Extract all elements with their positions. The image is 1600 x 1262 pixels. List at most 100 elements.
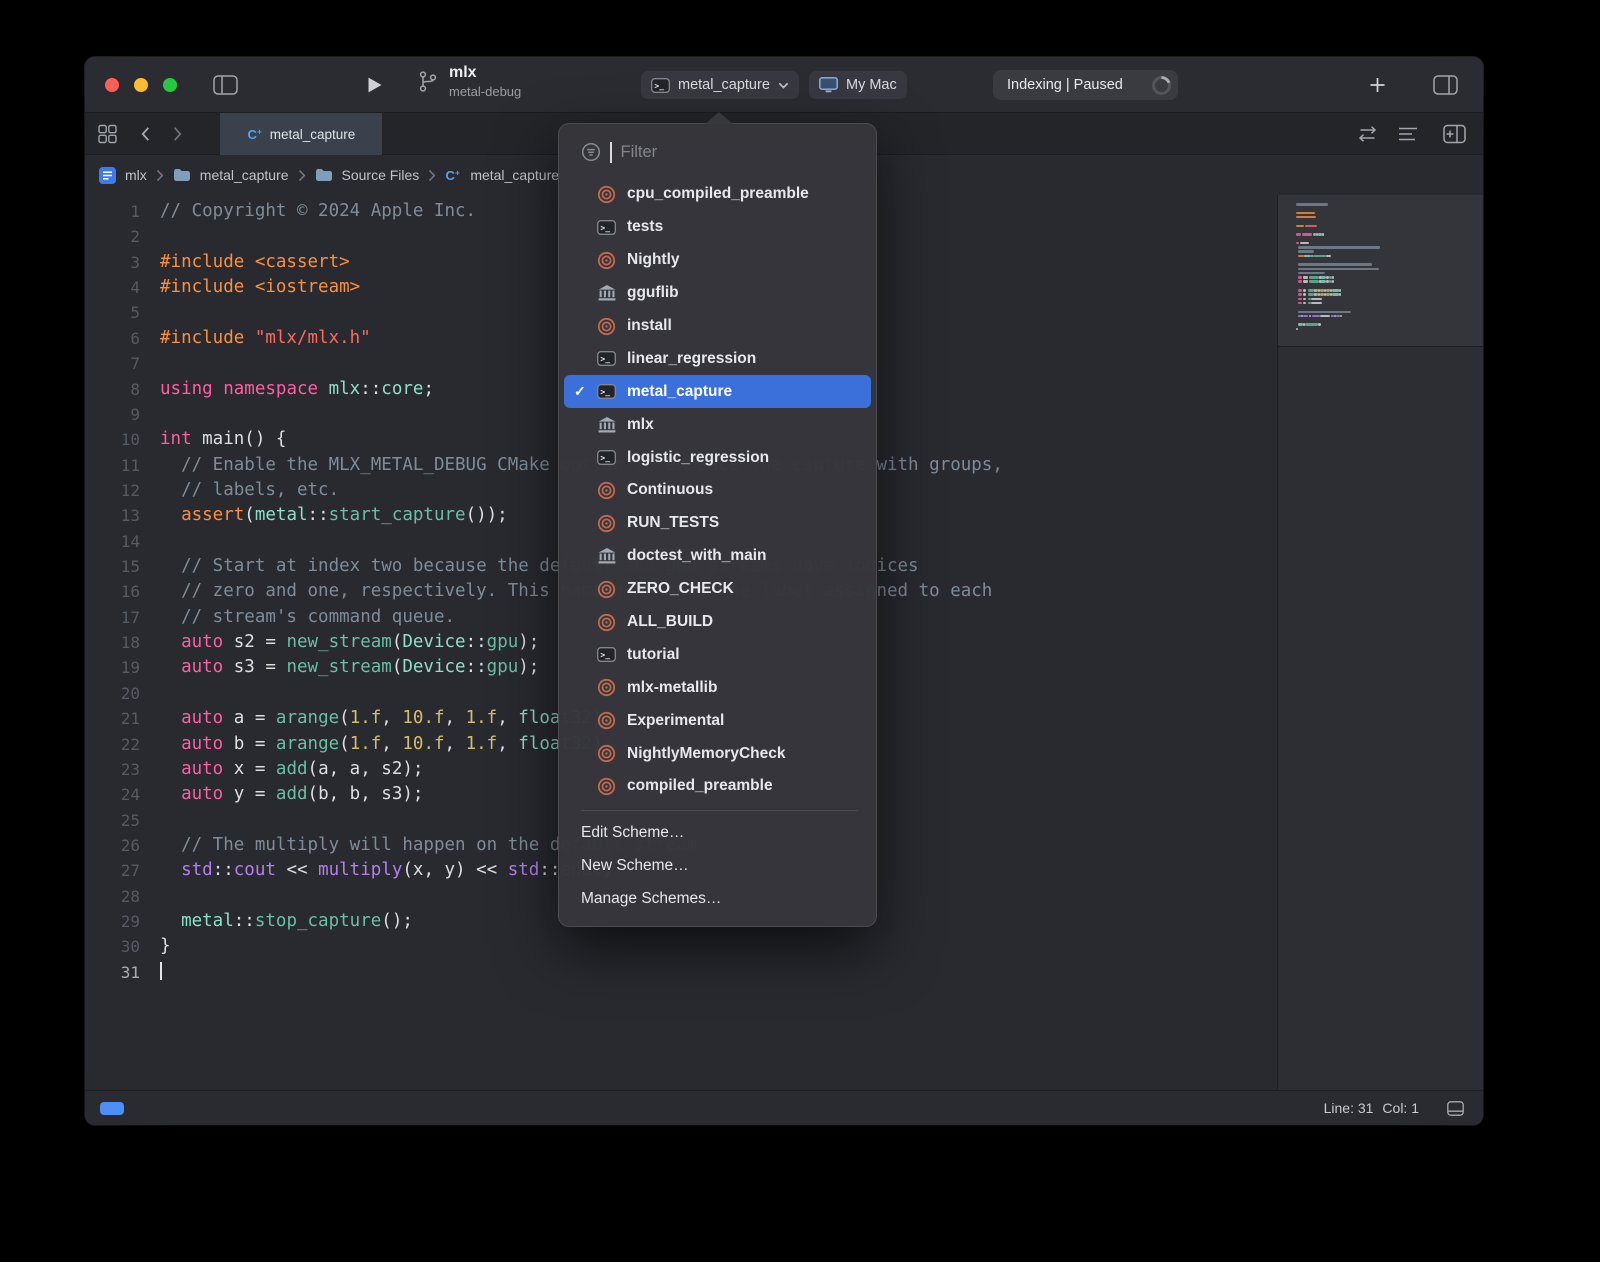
line-number[interactable]: 4 [85, 275, 140, 300]
target-icon [596, 251, 617, 270]
new-tab-button[interactable] [1369, 76, 1386, 93]
add-editor-icon[interactable] [1443, 124, 1466, 143]
editor-options-icon[interactable] [1398, 126, 1418, 141]
scheme-menu-item[interactable]: >_logistic_regression [564, 441, 871, 474]
line-number[interactable]: 6 [85, 326, 140, 351]
breadcrumb-separator-icon [156, 169, 164, 182]
scheme-menu-item[interactable]: mlx [564, 408, 871, 441]
minimap-line [1305, 323, 1318, 326]
scheme-menu-item[interactable]: ✓>_metal_capture [564, 375, 871, 408]
line-number[interactable]: 28 [85, 884, 140, 909]
line-number[interactable]: 13 [85, 503, 140, 528]
scheme-menu-item[interactable]: RUN_TESTS [564, 507, 871, 540]
tab-label: metal_capture [270, 127, 356, 142]
terminal-icon: >_ [596, 220, 617, 235]
scheme-menu-item[interactable]: install [564, 310, 871, 343]
forward-button[interactable] [173, 126, 182, 141]
scheme-menu-item[interactable]: ZERO_CHECK [564, 573, 871, 606]
minimize-window-button[interactable] [134, 78, 148, 92]
scheme-menu-item[interactable]: Nightly [564, 244, 871, 277]
scheme-menu-item[interactable]: Continuous [564, 474, 871, 507]
target-icon [596, 580, 617, 599]
navigator-toggle-icon[interactable] [213, 75, 238, 95]
line-number[interactable]: 5 [85, 300, 140, 325]
close-window-button[interactable] [105, 78, 119, 92]
line-number[interactable]: 23 [85, 757, 140, 782]
run-button[interactable] [367, 76, 383, 94]
line-number[interactable]: 12 [85, 478, 140, 503]
line-number[interactable]: 10 [85, 427, 140, 452]
breakpoint-indicator[interactable] [100, 1102, 124, 1115]
line-number[interactable]: 9 [85, 402, 140, 427]
back-button[interactable] [141, 126, 150, 141]
minimap[interactable] [1277, 195, 1483, 1090]
code-line[interactable]: 30} [85, 934, 1277, 959]
scheme-menu-item[interactable]: compiled_preamble [564, 770, 871, 803]
line-number[interactable]: 30 [85, 934, 140, 959]
destination-selector[interactable]: My Mac [809, 71, 907, 99]
code-text: std::cout << multiply(x, y) << std::endl… [160, 858, 613, 883]
line-number[interactable]: 18 [85, 630, 140, 655]
minimap-line [1298, 302, 1302, 305]
line-number[interactable]: 24 [85, 782, 140, 807]
tab-metal-capture[interactable]: C+ metal_capture [220, 113, 382, 155]
fullscreen-window-button[interactable] [163, 78, 177, 92]
related-items-icon[interactable] [98, 124, 117, 143]
line-number[interactable]: 17 [85, 605, 140, 630]
scheme-menu-item[interactable]: >_tutorial [564, 638, 871, 671]
line-number[interactable]: 15 [85, 554, 140, 579]
menu-action-item[interactable]: New Scheme… [559, 850, 876, 883]
line-number[interactable]: 1 [85, 199, 140, 224]
scheme-menu-item[interactable]: gguflib [564, 277, 871, 310]
scheme-menu-item[interactable]: ALL_BUILD [564, 606, 871, 639]
scheme-selector[interactable]: >_ metal_capture [641, 71, 799, 99]
line-number[interactable]: 11 [85, 453, 140, 478]
minimap-line [1298, 280, 1302, 283]
breadcrumb-item[interactable]: mlx [125, 167, 147, 183]
breadcrumb-item[interactable]: Source Files [342, 167, 420, 183]
inspector-toggle-icon[interactable] [1433, 75, 1458, 95]
minimap-line [1296, 233, 1301, 236]
minimap-line [1332, 293, 1339, 296]
svg-text:C: C [446, 168, 456, 183]
svg-text:>_: >_ [600, 223, 610, 232]
xcode-window: mlx metal-debug >_ metal_capture My Mac … [85, 57, 1483, 1125]
scheme-menu-item[interactable]: >_linear_regression [564, 342, 871, 375]
scheme-menu-item[interactable]: doctest_with_main [564, 540, 871, 573]
line-number[interactable]: 19 [85, 655, 140, 680]
line-number[interactable]: 26 [85, 833, 140, 858]
line-number[interactable]: 21 [85, 706, 140, 731]
editor-layout-icon[interactable] [1447, 1101, 1464, 1116]
cursor-position: Line: 31 Col: 1 [1324, 1100, 1419, 1116]
line-number[interactable]: 2 [85, 224, 140, 249]
breadcrumb-item[interactable]: metal_capture [200, 167, 289, 183]
menu-action-item[interactable]: Edit Scheme… [559, 817, 876, 850]
target-icon [596, 514, 617, 533]
line-number[interactable]: 3 [85, 250, 140, 275]
line-number[interactable]: 14 [85, 529, 140, 554]
breadcrumb-item[interactable]: metal_capture [470, 167, 559, 183]
line-number[interactable]: 20 [85, 681, 140, 706]
line-number[interactable]: 29 [85, 909, 140, 934]
code-text: metal::stop_capture(); [160, 909, 413, 934]
scheme-filter-field[interactable]: Filter [559, 136, 876, 168]
scheme-menu-item[interactable]: >_tests [564, 211, 871, 244]
code-line[interactable]: 31 [85, 960, 1277, 985]
line-number[interactable]: 7 [85, 351, 140, 376]
line-number[interactable]: 25 [85, 808, 140, 833]
target-icon [596, 777, 617, 796]
activity-status-view[interactable]: Indexing | Paused [993, 70, 1178, 100]
scheme-menu-item[interactable]: mlx-metallib [564, 671, 871, 704]
line-number[interactable]: 27 [85, 858, 140, 883]
menu-action-item[interactable]: Manage Schemes… [559, 883, 876, 916]
scheme-menu-item[interactable]: cpu_compiled_preamble [564, 178, 871, 211]
breadcrumb-separator-icon [298, 169, 306, 182]
swap-editors-icon[interactable] [1357, 125, 1378, 142]
line-number[interactable]: 22 [85, 732, 140, 757]
scheme-menu-item[interactable]: NightlyMemoryCheck [564, 737, 871, 770]
scheme-menu-item[interactable]: Experimental [564, 704, 871, 737]
line-number[interactable]: 31 [85, 960, 140, 985]
minimap-line [1326, 255, 1330, 258]
line-number[interactable]: 8 [85, 377, 140, 402]
line-number[interactable]: 16 [85, 579, 140, 604]
